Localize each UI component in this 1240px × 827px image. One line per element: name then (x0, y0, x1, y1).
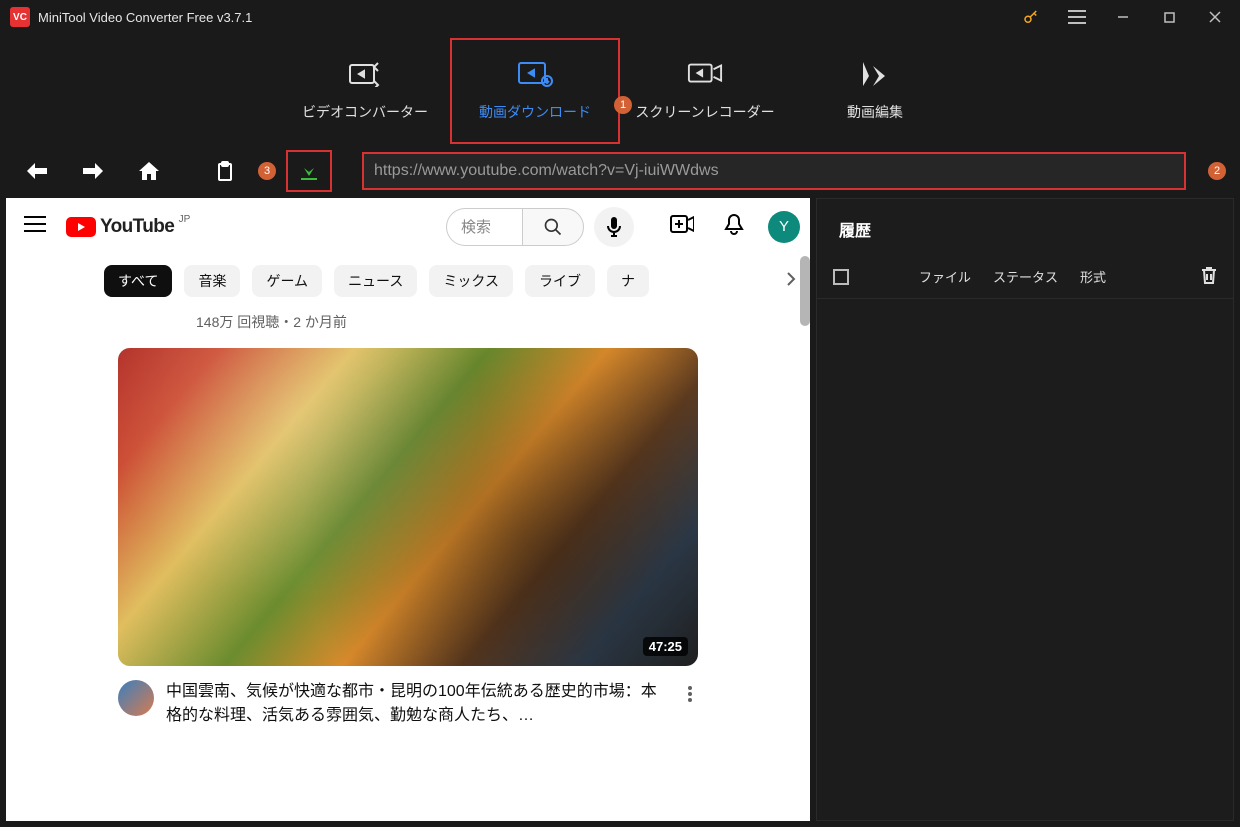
duration-badge: 47:25 (643, 637, 688, 656)
chip-partial[interactable]: ナ (607, 265, 649, 297)
app-logo-icon: VC (10, 7, 30, 27)
search-container: 検索 (446, 207, 634, 247)
mic-button[interactable] (594, 207, 634, 247)
tab-converter[interactable]: ビデオコンバーター (280, 38, 450, 144)
filter-chips: すべて 音楽 ゲーム ニュース ミックス ライブ ナ (6, 256, 810, 306)
chip-live[interactable]: ライブ (525, 265, 595, 297)
select-all-checkbox[interactable] (833, 269, 849, 285)
titlebar: VC MiniTool Video Converter Free v3.7.1 (0, 0, 1240, 34)
search-button[interactable] (522, 208, 584, 246)
converter-icon (347, 60, 383, 88)
download-icon (517, 60, 553, 88)
hamburger-icon[interactable] (16, 208, 54, 245)
window-title: MiniTool Video Converter Free v3.7.1 (38, 10, 1010, 25)
col-status: ステータス (993, 267, 1058, 286)
browser-toolbar: 3 https://www.youtube.com/watch?v=Vj-iui… (0, 144, 1240, 198)
youtube-region: JP (179, 214, 191, 225)
bell-icon[interactable] (718, 207, 750, 246)
browser-pane: YouTube JP 検索 (6, 198, 810, 821)
video-title[interactable]: 中国雲南、気候が快適な都市・昆明の100年伝統ある歴史的市場：本格的な料理、活気… (166, 680, 670, 728)
tab-recorder[interactable]: スクリーンレコーダー (620, 38, 790, 144)
main-nav: ビデオコンバーター 動画ダウンロード 1 スクリーンレコーダー 動画編集 (0, 34, 1240, 144)
chip-game[interactable]: ゲーム (252, 265, 322, 297)
tab-editor-label: 動画編集 (847, 102, 903, 122)
youtube-header: YouTube JP 検索 (6, 198, 810, 256)
create-icon[interactable] (664, 209, 700, 244)
tab-recorder-label: スクリーンレコーダー (635, 102, 774, 122)
content-area: YouTube JP 検索 (0, 198, 1240, 827)
forward-button[interactable] (70, 150, 116, 192)
youtube-logo[interactable]: YouTube JP (66, 216, 174, 238)
col-file: ファイル (919, 267, 971, 286)
chip-music[interactable]: 音楽 (184, 265, 240, 297)
user-avatar[interactable]: Y (768, 211, 800, 243)
clipboard-button[interactable] (202, 150, 248, 192)
history-panel: 履歴 ファイル ステータス 形式 (816, 198, 1234, 821)
youtube-play-icon (66, 217, 96, 237)
home-button[interactable] (126, 150, 172, 192)
tab-editor[interactable]: 動画編集 (790, 38, 960, 144)
editor-icon (857, 60, 893, 88)
chip-mix[interactable]: ミックス (429, 265, 513, 297)
minimize-button[interactable] (1102, 3, 1144, 31)
chip-all[interactable]: すべて (104, 265, 172, 297)
recorder-icon (687, 60, 723, 88)
tab-download[interactable]: 動画ダウンロード 1 (450, 38, 620, 144)
avatar-letter: Y (779, 218, 789, 235)
back-button[interactable] (14, 150, 60, 192)
search-placeholder: 検索 (461, 216, 491, 237)
badge-3: 3 (258, 162, 276, 180)
key-icon[interactable] (1010, 3, 1052, 31)
history-columns: ファイル ステータス 形式 (817, 255, 1233, 299)
tab-download-label: 動画ダウンロード (479, 102, 591, 122)
tab-converter-label: ビデオコンバーター (302, 102, 428, 122)
history-heading: 履歴 (817, 199, 1233, 255)
badge-2: 2 (1208, 162, 1226, 180)
chip-news[interactable]: ニュース (334, 265, 417, 297)
url-text: https://www.youtube.com/watch?v=Vj-iuiWW… (374, 162, 1174, 180)
video-menu-icon[interactable] (682, 680, 698, 713)
trash-icon[interactable] (1201, 266, 1217, 287)
youtube-wordmark: YouTube (100, 216, 174, 238)
chips-next-icon[interactable] (786, 271, 796, 292)
col-format: 形式 (1080, 267, 1106, 286)
close-button[interactable] (1194, 3, 1236, 31)
channel-avatar[interactable] (118, 680, 154, 716)
search-input[interactable]: 検索 (446, 208, 522, 246)
video-card: 47:25 中国雲南、気候が快適な都市・昆明の100年伝統ある歴史的市場：本格的… (118, 348, 698, 728)
maximize-button[interactable] (1148, 3, 1190, 31)
url-input[interactable]: https://www.youtube.com/watch?v=Vj-iuiWW… (362, 152, 1186, 190)
video-thumbnail[interactable]: 47:25 (118, 348, 698, 666)
download-arrow-button[interactable] (286, 150, 332, 192)
video-meta: 148万 回視聴・2 か月前 (6, 306, 810, 346)
menu-icon[interactable] (1056, 3, 1098, 31)
